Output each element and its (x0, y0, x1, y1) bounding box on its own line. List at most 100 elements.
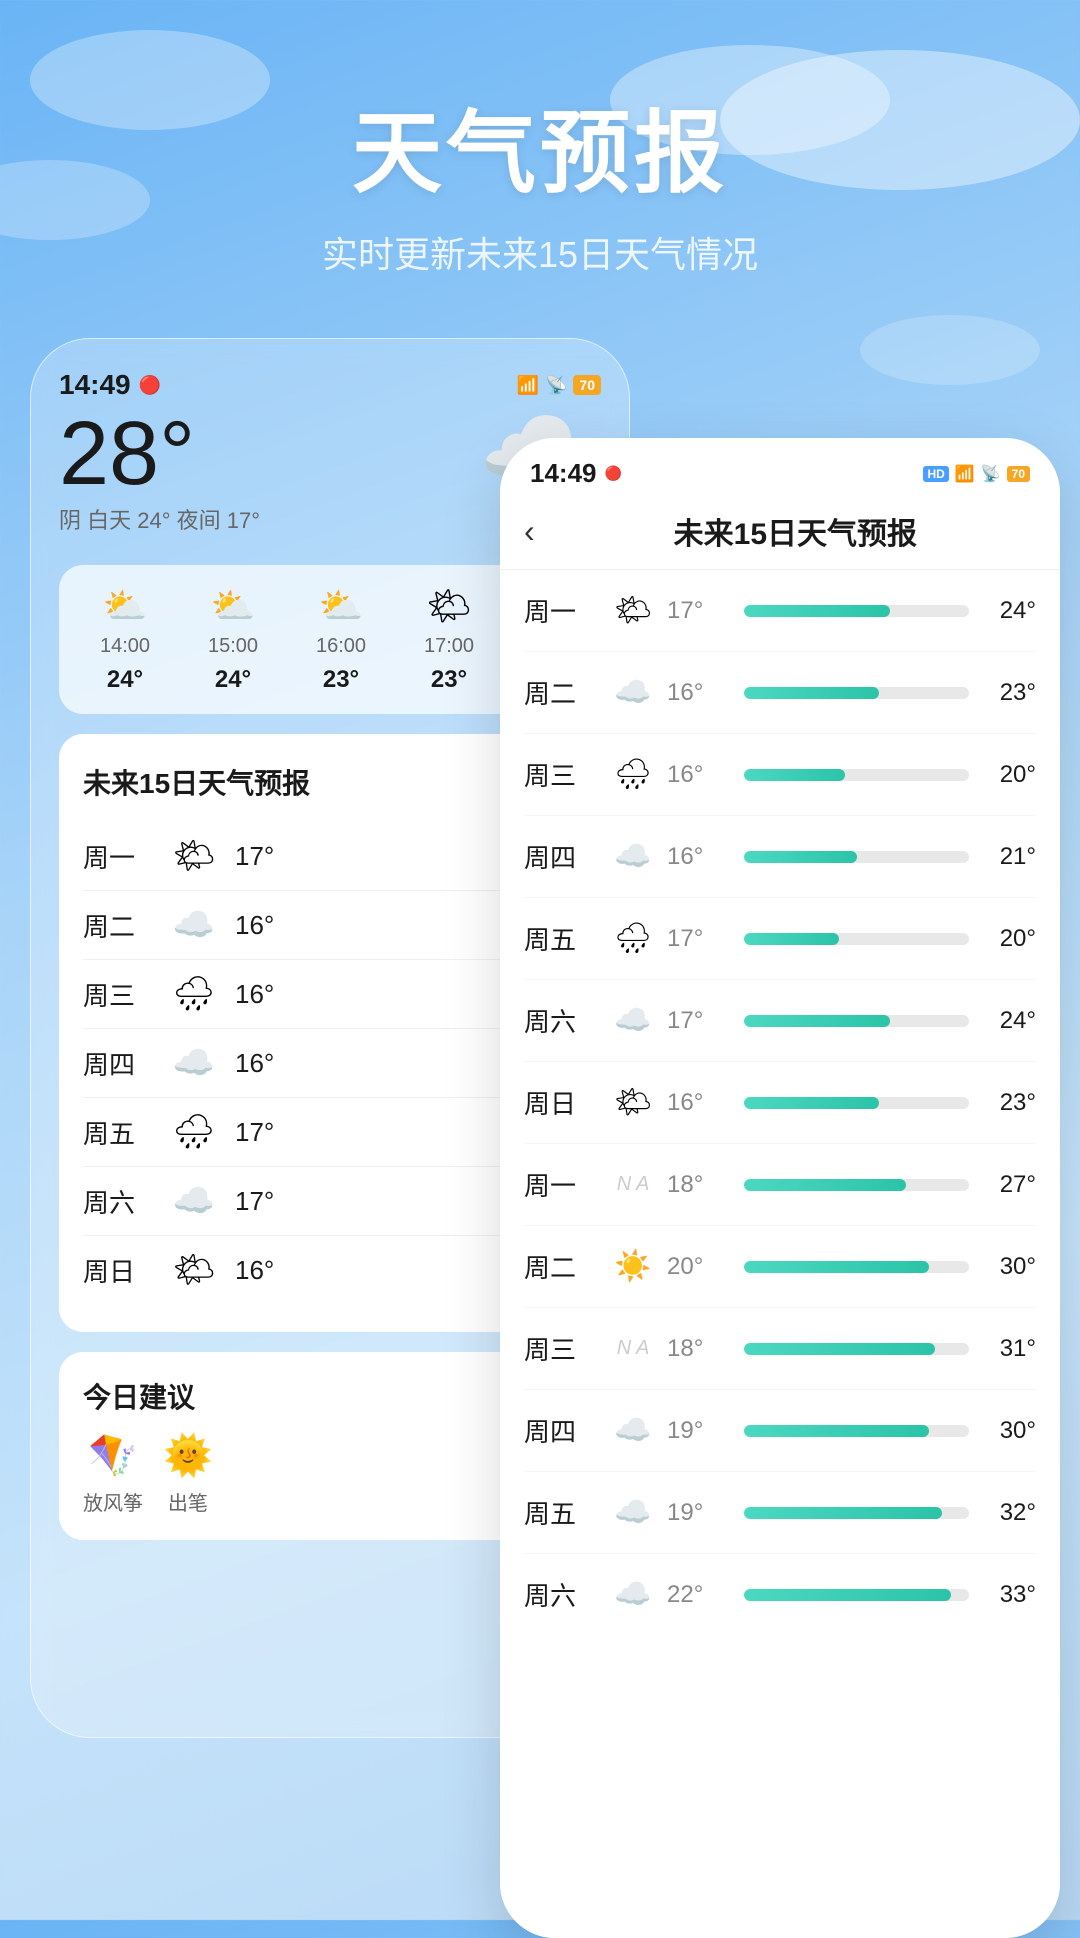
temp-bar-7 (744, 1179, 969, 1191)
hourly-icon-1: ⛅ (211, 585, 256, 627)
forecast-high-right-10: 30° (981, 1417, 1036, 1445)
forecast-day-right-11: 周五 (524, 1494, 599, 1531)
forecast-icon-right-9: N A (611, 1337, 655, 1360)
forecast-high-right-8: 30° (981, 1253, 1036, 1281)
temp-bar-4 (744, 933, 969, 945)
temp-bar-fill-9 (744, 1343, 935, 1355)
forecast-day-right-1: 周二 (524, 674, 599, 711)
forecast-low-right-12: 22° (667, 1581, 732, 1609)
forecast-day-right-2: 周三 (524, 756, 599, 793)
forecast-low-right-6: 16° (667, 1089, 732, 1117)
forecast-temp-left-2: 16° (235, 979, 274, 1010)
suggestion-icon-0: 🪁 (88, 1432, 138, 1479)
battery-right-badge: 70 (1007, 466, 1030, 482)
hd-badge-right: HD (923, 466, 948, 482)
hourly-icon-3: 🌤 (426, 585, 472, 627)
temp-bar-10 (744, 1425, 969, 1437)
header-section: 天气预报 实时更新未来15日天气情况 (0, 0, 1080, 278)
hourly-temp-2: 23° (323, 666, 359, 694)
forecast-temp-left-4: 17° (235, 1117, 274, 1148)
hourly-time-0: 14:00 (100, 635, 150, 658)
nav-title-right: 未来15日天气预报 (555, 509, 1036, 553)
temp-bar-1 (744, 687, 969, 699)
forecast-day-right-8: 周二 (524, 1248, 599, 1285)
temp-bar-8 (744, 1261, 969, 1273)
forecast-day-right-9: 周三 (524, 1330, 599, 1367)
forecast-high-right-2: 20° (981, 761, 1036, 789)
status-icons-right: HD 📶 📡 70 (923, 464, 1030, 484)
forecast-icon-left-3: ☁️ (169, 1043, 219, 1083)
forecast-row-right-12: 周六 ☁️ 22° 33° (524, 1554, 1036, 1635)
forecast-low-right-0: 17° (667, 597, 732, 625)
hourly-item: ⛅ 15:00 24° (183, 585, 283, 694)
forecast-row-right-0: 周一 🌤 17° 24° (524, 570, 1036, 652)
temp-bar-fill-0 (744, 605, 890, 617)
forecast-row-right-8: 周二 ☀️ 20° 30° (524, 1226, 1036, 1308)
forecast-high-right-4: 20° (981, 925, 1036, 953)
forecast-icon-right-6: 🌤 (611, 1085, 655, 1120)
forecast-high-right-3: 21° (981, 843, 1036, 871)
forecast-high-right-6: 23° (981, 1089, 1036, 1117)
temp-bar-fill-8 (744, 1261, 929, 1273)
forecast-low-right-9: 18° (667, 1335, 732, 1363)
wifi-right-icon: 📡 (981, 464, 1001, 484)
forecast-icon-right-4: 🌧 (611, 921, 655, 956)
phone-right: 14:49 🔴 HD 📶 📡 70 ‹ 未来15日天气预报 周 (500, 438, 1060, 1938)
forecast-row-right-7: 周一 N A 18° 27° (524, 1144, 1036, 1226)
forecast-temp-left-3: 16° (235, 1048, 274, 1079)
temp-bar-fill-12 (744, 1589, 951, 1601)
status-bar-left: 14:49 🔴 📶 📡 70 (59, 369, 601, 401)
signal-right-icon: 📶 (955, 464, 975, 484)
forecast-day-left-5: 周六 (83, 1183, 153, 1220)
battery-badge: 70 (573, 375, 601, 395)
app-title: 天气预报 (0, 80, 1080, 210)
forecast-day-right-7: 周一 (524, 1166, 599, 1203)
temp-bar-11 (744, 1507, 969, 1519)
forecast-day-left-4: 周五 (83, 1114, 153, 1151)
forecast-icon-right-12: ☁️ (611, 1577, 655, 1612)
temp-bar-2 (744, 769, 969, 781)
forecast-high-right-11: 32° (981, 1499, 1036, 1527)
forecast-icon-right-0: 🌤 (611, 593, 655, 628)
hourly-time-1: 15:00 (208, 635, 258, 658)
forecast-day-right-6: 周日 (524, 1084, 599, 1121)
forecast-list-right: 周一 🌤 17° 24° 周二 ☁️ 16° 23° (500, 570, 1060, 1938)
forecast-icon-left-0: 🌤 (169, 836, 219, 876)
forecast-day-left-0: 周一 (83, 838, 153, 875)
status-icons-left: 📶 📡 70 (517, 375, 601, 396)
forecast-high-right-7: 27° (981, 1171, 1036, 1199)
forecast-icon-right-7: N A (611, 1173, 655, 1196)
forecast-icon-right-2: 🌧 (611, 757, 655, 792)
forecast-icon-right-11: ☁️ (611, 1495, 655, 1530)
hourly-icon-0: ⛅ (103, 585, 148, 627)
temp-bar-fill-7 (744, 1179, 906, 1191)
hourly-temp-1: 24° (215, 666, 251, 694)
temp-bar-6 (744, 1097, 969, 1109)
forecast-icon-left-6: 🌤 (169, 1250, 219, 1290)
status-bar-right: 14:49 🔴 HD 📶 📡 70 (500, 438, 1060, 499)
forecast-low-right-7: 18° (667, 1171, 732, 1199)
forecast-day-left-3: 周四 (83, 1045, 153, 1082)
forecast-icon-left-5: ☁️ (169, 1181, 219, 1221)
forecast-temp-left-0: 17° (235, 841, 274, 872)
forecast-low-right-8: 20° (667, 1253, 732, 1281)
temp-bar-0 (744, 605, 969, 617)
nav-bar-right: ‹ 未来15日天气预报 (500, 499, 1060, 570)
forecast-low-right-2: 16° (667, 761, 732, 789)
hourly-temp-0: 24° (107, 666, 143, 694)
back-button[interactable]: ‹ (524, 513, 535, 550)
time-left: 14:49 (59, 369, 131, 401)
forecast-row-right-6: 周日 🌤 16° 23° (524, 1062, 1036, 1144)
forecast-row-right-5: 周六 ☁️ 17° 24° (524, 980, 1036, 1062)
temp-bar-12 (744, 1589, 969, 1601)
signal-icon: 📶 (517, 375, 539, 396)
forecast-icon-right-8: ☀️ (611, 1249, 655, 1284)
suggestion-icon-1: 🌞 (163, 1432, 213, 1479)
temp-bar-3 (744, 851, 969, 863)
app-subtitle: 实时更新未来15日天气情况 (0, 226, 1080, 278)
forecast-day-right-4: 周五 (524, 920, 599, 957)
hourly-temp-3: 23° (431, 666, 467, 694)
forecast-icon-right-5: ☁️ (611, 1003, 655, 1038)
forecast-icon-right-10: ☁️ (611, 1413, 655, 1448)
forecast-day-right-10: 周四 (524, 1412, 599, 1449)
